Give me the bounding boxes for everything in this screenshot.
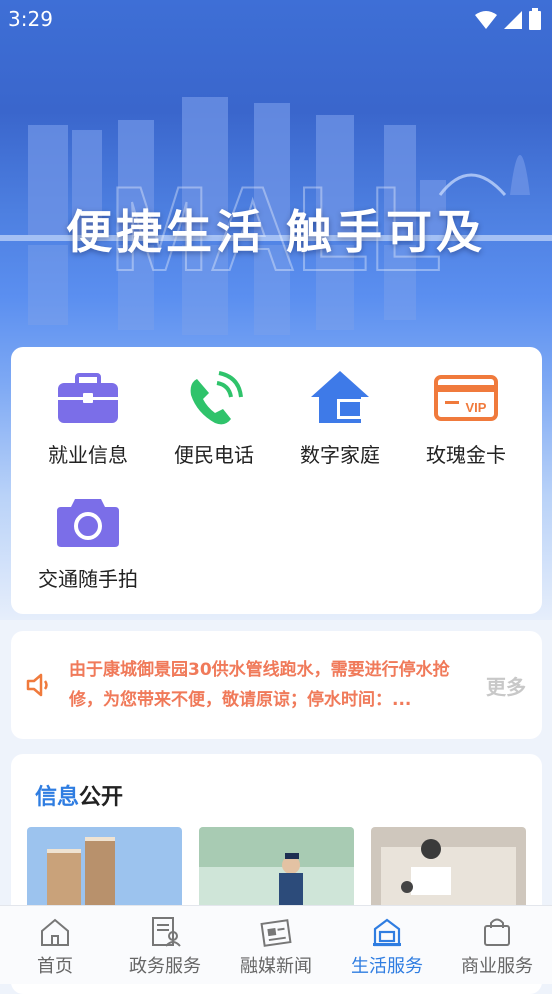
status-icons [474,8,542,34]
bottom-tab-bar: 首页 政务服务 融媒新闻 生活服务 商业服务 [0,905,552,984]
service-label: 便民电话 [174,443,254,467]
info-thumbnail-buildings[interactable] [27,827,182,917]
battery-icon [529,8,541,30]
info-thumbnail-police[interactable] [199,827,354,917]
tab-home[interactable]: 首页 [0,906,110,984]
tab-label: 生活服务 [351,956,423,977]
tab-life-services[interactable]: 生活服务 [332,906,442,984]
section-title-rest: 公开 [79,785,124,810]
home-outline-icon [41,918,69,946]
camera-icon [57,499,119,547]
vip-card-icon: VIP [434,375,498,421]
service-label: 数字家庭 [300,443,380,467]
wifi-icon [474,11,497,29]
service-rose-gold-card[interactable]: VIP 玫瑰金卡 [403,369,529,468]
service-label: 玫瑰金卡 [426,443,506,467]
service-traffic-photo[interactable]: 交通随手拍 [25,493,151,592]
status-time: 3:29 [8,7,53,31]
tab-label: 政务服务 [129,956,201,977]
status-bar: 3:29 [0,0,552,38]
hero-title: 便捷生活 触手可及 [65,205,486,259]
notice-text[interactable]: 由于康城御景园30供水管线跑水，需要进行停水抢修，为您带来不便，敬请原谅；停水时… [69,655,469,715]
tab-government-services[interactable]: 政务服务 [110,906,220,984]
service-employment-info[interactable]: 就业信息 [25,369,151,468]
notice-more-button[interactable]: 更多 [486,671,526,700]
service-public-phone[interactable]: 便民电话 [151,369,277,468]
services-card: 就业信息 便民电话 数字家庭 VIP 玫瑰金卡 交通随手拍 [11,347,542,614]
info-thumbnail-meeting[interactable] [371,827,526,917]
tab-label: 融媒新闻 [240,956,312,977]
tab-media-news[interactable]: 融媒新闻 [221,906,331,984]
section-title: 信息公开 [35,779,123,811]
section-title-highlight: 信息 [35,785,80,810]
shopping-bag-icon [484,918,510,946]
newspaper-icon [260,919,292,947]
notice-card[interactable]: 由于康城御景园30供水管线跑水，需要进行停水抢修，为您带来不便，敬请原谅；停水时… [11,631,542,739]
signal-icon [503,11,522,29]
service-label: 交通随手拍 [38,567,138,591]
phone-icon [190,371,243,425]
tab-label: 首页 [37,956,73,977]
speaker-icon [26,673,48,697]
life-service-icon [373,918,401,947]
briefcase-icon [58,373,118,423]
home-icon [311,371,369,423]
service-label: 就业信息 [48,443,128,467]
document-user-icon [152,917,181,947]
tab-label: 商业服务 [461,956,533,977]
service-digital-family[interactable]: 数字家庭 [277,369,403,468]
tab-business-services[interactable]: 商业服务 [442,906,552,984]
svg-text:VIP: VIP [466,400,487,415]
